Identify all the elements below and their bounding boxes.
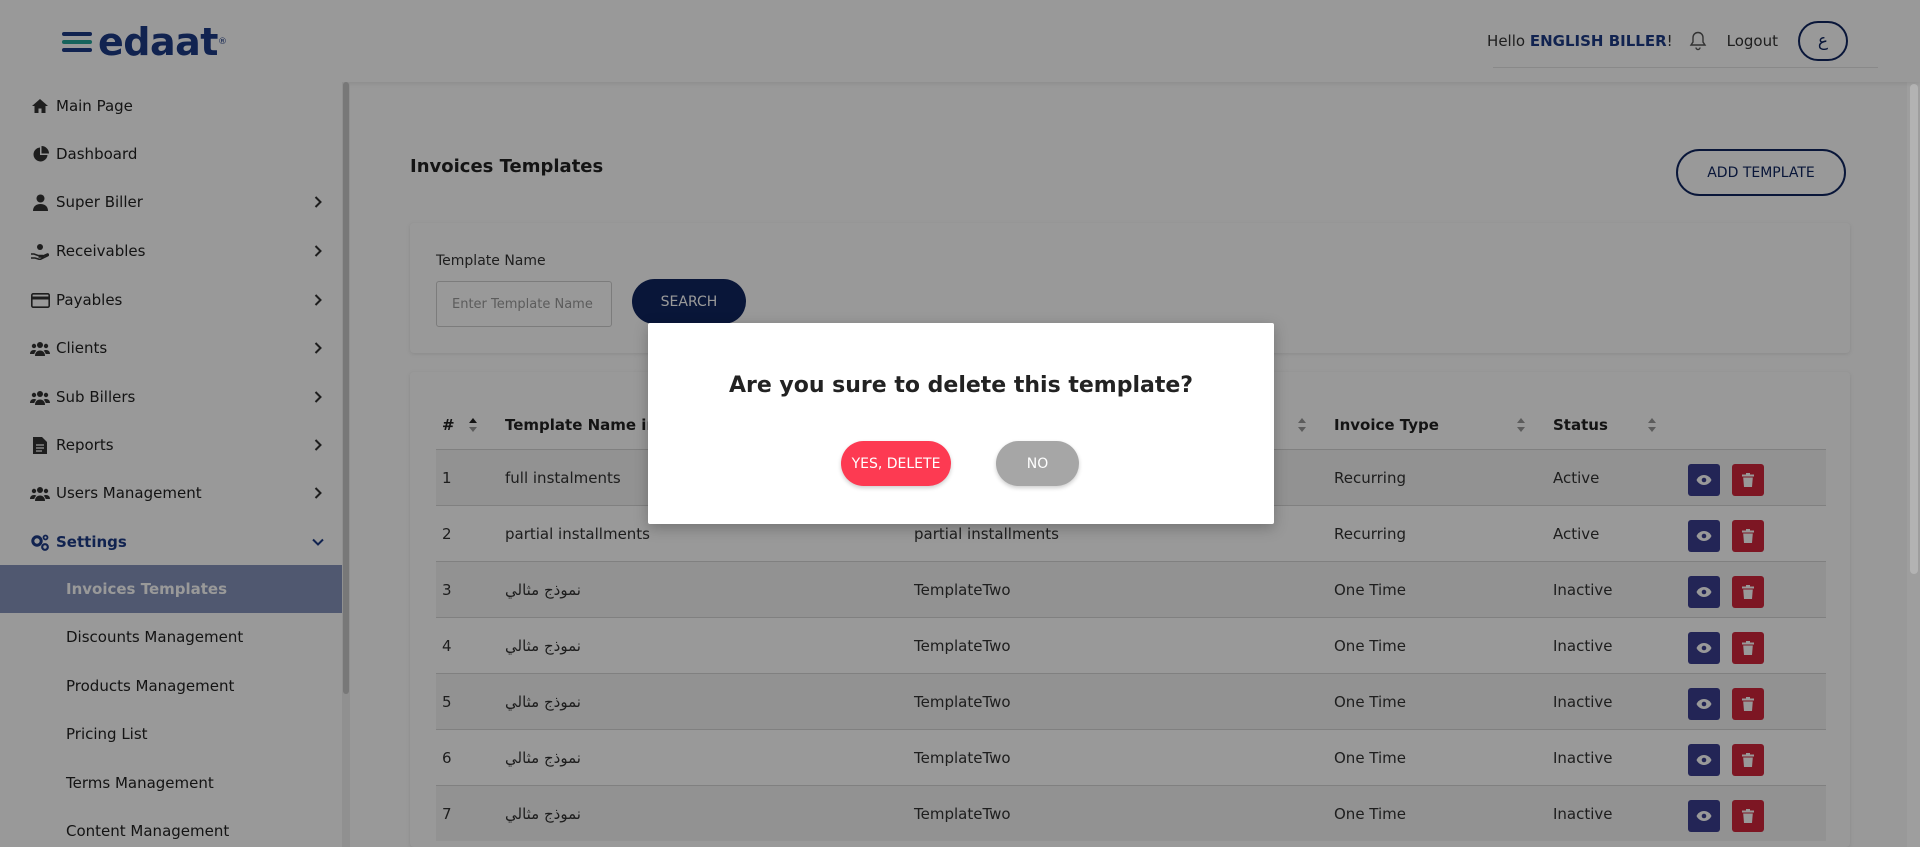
page-scrollbar-thumb[interactable] (1910, 84, 1918, 574)
delete-confirm-dialog: Are you sure to delete this template? YE… (648, 323, 1274, 524)
cancel-delete-button[interactable]: NO (996, 441, 1079, 486)
dialog-message: Are you sure to delete this template? (728, 373, 1194, 398)
confirm-delete-button[interactable]: YES, DELETE (841, 441, 951, 486)
